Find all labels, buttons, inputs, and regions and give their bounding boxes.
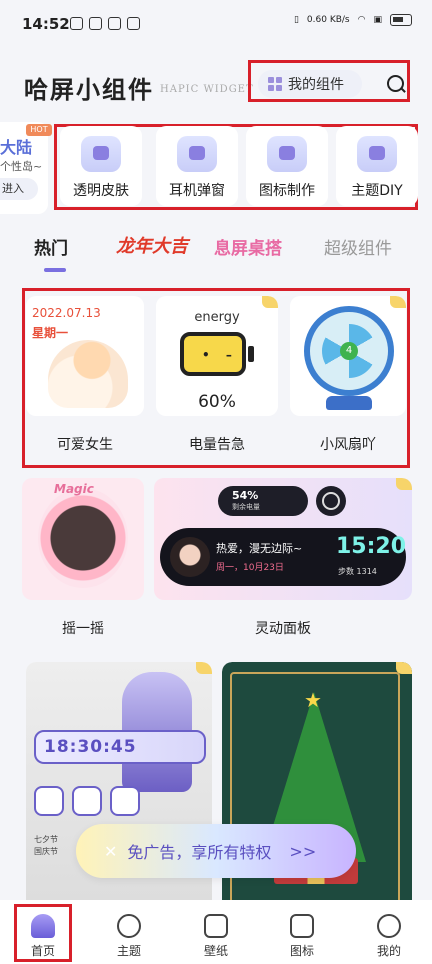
wechat-icon (72, 786, 102, 816)
record-ring-icon (316, 486, 346, 516)
widget-label: 摇一摇 (62, 621, 104, 637)
dynamic-island-panel: 热爱，漫无边际~ 周一，10月23日 15:20 步数 1314 (160, 528, 406, 586)
battery-caption: 剩余电量 (232, 503, 260, 511)
quick-tool-theme-diy[interactable]: 主题DIY (336, 126, 418, 206)
holiday-1: 七夕节 (34, 835, 58, 844)
widget-cute-girl[interactable]: 2022.07.13 星期一 (26, 296, 144, 416)
girl-illustration (48, 340, 128, 408)
transparent-skin-icon (81, 136, 121, 172)
tab-hot[interactable]: 热门 (34, 234, 68, 259)
battery-icon (390, 14, 412, 26)
my-widgets-label: 我的组件 (288, 77, 344, 93)
sim-icon: ▣ (373, 15, 382, 25)
theme-clock: 18:30:45 (34, 730, 206, 764)
widget-dynamic-panel[interactable]: 54% 剩余电量 热爱，漫无边际~ 周一，10月23日 15:20 步数 131… (154, 478, 412, 600)
theme-icon (117, 914, 141, 938)
crown-badge-icon (396, 478, 412, 490)
tab-dragon-year[interactable]: 龙年大吉 (116, 232, 188, 258)
earphone-popup-icon (177, 136, 217, 172)
battery-percent: 54% (232, 489, 259, 502)
tab-super-widgets[interactable]: 超级组件 (324, 234, 392, 259)
widget-fan[interactable]: 4 (290, 296, 406, 416)
icon-library-icon (290, 914, 314, 938)
theme-holidays: 七夕节 国庆节 (34, 834, 58, 858)
quick-tool-label: 耳机弹窗 (169, 183, 225, 199)
nav-wallpaper[interactable]: 壁纸 (173, 900, 259, 964)
close-icon[interactable]: ✕ (104, 842, 117, 861)
star-icon: ★ (304, 688, 322, 712)
my-widgets-button[interactable]: 我的组件 (258, 70, 362, 98)
nav-icons[interactable]: 图标 (259, 900, 345, 964)
magic-text: Magic (54, 482, 94, 496)
theme-diy-icon (357, 136, 397, 172)
nav-label: 壁纸 (203, 944, 228, 958)
wifi-icon: ◠ (357, 15, 366, 25)
battery-pill: 54% 剩余电量 (218, 486, 308, 516)
status-bar: 14:52 ▯ 0.60 KB/s ◠ ▣ (0, 0, 432, 48)
nav-theme[interactable]: 主题 (86, 900, 172, 964)
search-button[interactable] (384, 72, 408, 96)
nav-label: 图标 (289, 944, 314, 958)
quick-tool-transparent-skin[interactable]: 透明皮肤 (60, 126, 142, 206)
app-notification-icon (70, 17, 83, 30)
widget-date: 2022.07.13 (32, 306, 101, 320)
banner-subtitle: 个性岛~ (0, 160, 43, 173)
status-time: 14:52 (22, 15, 70, 33)
theme-icon-row (34, 786, 140, 816)
battery-face: • – (202, 348, 238, 362)
tiktok-icon (110, 786, 140, 816)
avatar (170, 537, 210, 577)
nav-label: 我的 (376, 944, 401, 958)
panel-motto: 热爱，漫无边际~ (216, 542, 303, 555)
widget-energy[interactable]: energy • – 60% (156, 296, 278, 416)
link-notification-icon (108, 17, 121, 30)
widget-label: 电量告急 (189, 437, 245, 453)
panel-time: 15:20 (336, 534, 407, 559)
mail-notification-icon (127, 17, 140, 30)
energy-percent: 60% (198, 392, 236, 412)
widget-label: 小风扇吖 (320, 437, 376, 453)
hot-badge: HOT (26, 124, 52, 136)
message-notification-icon (89, 17, 102, 30)
tab-lockscreen[interactable]: 息屏桌搭 (214, 234, 282, 259)
status-right-group: ▯ 0.60 KB/s ◠ ▣ (294, 14, 412, 26)
battery-face-icon: • – (180, 332, 254, 376)
widget-weekday: 星期一 (32, 326, 69, 340)
widgets-grid-icon (268, 77, 282, 91)
banner-title: 大陆 (0, 138, 33, 157)
quick-tool-label: 透明皮肤 (73, 183, 129, 199)
active-tab-indicator (44, 268, 66, 272)
wallpaper-icon (204, 914, 228, 938)
highlight-box-home (14, 904, 72, 962)
fan-base (326, 396, 372, 410)
holiday-2: 国庆节 (34, 847, 58, 856)
crown-badge-icon (396, 662, 412, 674)
panel-date: 周一，10月23日 (216, 563, 284, 573)
notification-icons (70, 17, 140, 30)
fan-speed: 4 (340, 342, 358, 360)
profile-icon (377, 914, 401, 938)
vibrate-icon: ▯ (293, 15, 299, 25)
promo-text: 免广告，享所有特权 (127, 843, 272, 862)
widget-label: 灵动面板 (255, 621, 311, 637)
quick-tool-label: 图标制作 (259, 183, 315, 199)
widget-shake[interactable]: Magic (22, 478, 144, 600)
net-speed: 0.60 KB/s (306, 15, 350, 25)
panel-steps: 步数 1314 (338, 567, 377, 576)
snapchat-icon (34, 786, 64, 816)
remove-ads-banner[interactable]: ✕ 免广告，享所有特权 >> (76, 824, 356, 878)
energy-title: energy (194, 310, 240, 325)
nav-label: 主题 (116, 944, 141, 958)
widget-label: 可爱女生 (57, 437, 113, 453)
shake-photo-frame (38, 488, 128, 588)
banner-enter-button[interactable]: 进入 (0, 178, 38, 200)
quick-tool-label: 主题DIY (351, 183, 403, 199)
app-title: 哈屏小组件 (24, 76, 154, 104)
app-subtitle: HAPIC WIDGET (160, 84, 254, 95)
promo-arrow: >> (289, 841, 317, 861)
quick-tool-earphone-popup[interactable]: 耳机弹窗 (156, 126, 238, 206)
icon-maker-icon (267, 136, 307, 172)
quick-tool-icon-maker[interactable]: 图标制作 (246, 126, 328, 206)
nav-mine[interactable]: 我的 (346, 900, 432, 964)
